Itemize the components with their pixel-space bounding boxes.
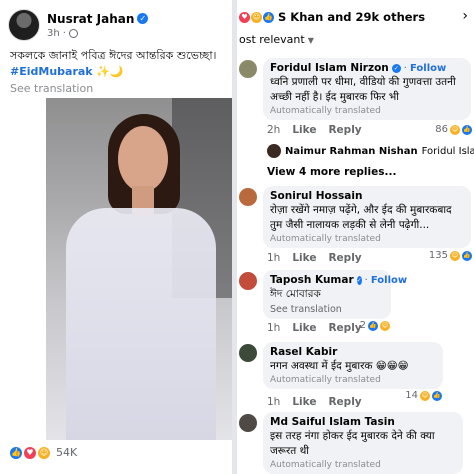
comment-bubble: Sonirul Hossain रोज़ा रखेंगे नमाज़ पढ़ें…: [263, 186, 471, 248]
see-translation-link[interactable]: See translation: [10, 82, 93, 95]
comment-time[interactable]: 1h: [267, 396, 280, 408]
comment-bubble: Taposh Kumar ✓ · Follow ঈদ মোবারক See tr…: [263, 270, 407, 319]
commenter-avatar[interactable]: [239, 344, 257, 362]
comment-actions: 1h Like Reply: [267, 252, 362, 264]
comment-time[interactable]: 2h: [267, 124, 280, 136]
sort-label: ost relevant: [239, 33, 305, 46]
comment-time[interactable]: 1h: [267, 322, 280, 334]
auto-translated-label: Automatically translated: [270, 375, 381, 385]
reply-to-name: Foridul Islam Nirzo: [421, 145, 474, 157]
comment-reaction-count: 86: [435, 124, 448, 135]
comment-actions: 2h Like Reply: [267, 124, 362, 136]
comment-reactions[interactable]: 86 ☺ 👍: [435, 124, 472, 135]
post-reactions[interactable]: 👍 ♥ ☺ 54K: [10, 446, 77, 459]
separator: ·: [62, 27, 66, 39]
like-reaction-icon: 👍: [368, 320, 378, 331]
like-reaction-icon: 👍: [462, 124, 472, 135]
comment-reactions[interactable]: 14 ☺ 👍: [405, 390, 442, 401]
reply-button[interactable]: Reply: [328, 322, 361, 334]
haha-reaction-icon: ☺: [450, 250, 460, 261]
post-panel: Nusrat Jahan ✓ 3h · সকলকে জানাই পবিত্র ঈ…: [0, 0, 232, 474]
reactors-summary[interactable]: ♥ ☺ 👍 S Khan and 29k others: [239, 10, 474, 24]
comment-actions: 1h Like Reply: [267, 322, 362, 334]
like-reaction-icon: 👍: [462, 250, 472, 261]
comment-text: रोज़ा रखेंगे नमाज़ पढ़ेंगे, और ईद की मुब…: [270, 204, 452, 231]
author-avatar[interactable]: [8, 9, 40, 41]
comments-panel: ♥ ☺ 👍 S Khan and 29k others › ost releva…: [237, 0, 474, 474]
reply-author-name[interactable]: Naimur Rahman Nishan: [285, 146, 418, 157]
haha-reaction-icon: ☺: [450, 124, 460, 135]
comment-bubble: Foridul Islam Nirzon ✓ · Follow ध्वनि प्…: [263, 58, 471, 120]
commenter-avatar[interactable]: [239, 414, 257, 432]
follow-button[interactable]: Follow: [371, 275, 407, 286]
like-button[interactable]: Like: [292, 252, 316, 264]
commenter-name[interactable]: Foridul Islam Nirzon: [270, 62, 389, 74]
reply-item: Naimur Rahman Nishan Foridul Islam Nirzo: [267, 144, 474, 158]
post-header: Nusrat Jahan ✓ 3h ·: [8, 8, 149, 42]
reply-button[interactable]: Reply: [328, 396, 361, 408]
comment-reactions[interactable]: 2 👍 ☺: [360, 320, 390, 331]
like-button[interactable]: Like: [292, 322, 316, 334]
comment-text: ध्वनि प्रणाली पर धीमा, वीडियो की गुणवत्त…: [270, 76, 456, 103]
author-name[interactable]: Nusrat Jahan: [47, 12, 134, 26]
reply-avatar[interactable]: [267, 144, 281, 158]
comment-bubble: Rasel Kabir नगन अवस्था में ईद मुबारक 😁😁😁…: [263, 342, 443, 389]
commenter-name[interactable]: Sonirul Hossain: [270, 190, 362, 202]
commenter-name[interactable]: Taposh Kumar: [270, 274, 354, 286]
verified-icon: ✓: [391, 63, 401, 73]
comment-reaction-count: 2: [359, 320, 366, 331]
love-reaction-icon: ♥: [239, 11, 250, 23]
auto-translated-label: Automatically translated: [270, 234, 381, 244]
comment-actions: 1h Like Reply: [267, 396, 362, 408]
chevron-down-icon: ▼: [307, 36, 314, 45]
comment-reactions[interactable]: 135 ☺ 👍: [429, 250, 472, 261]
comment-text: इस तरह नंगा होकर ईद मुबारक देने की क्या …: [270, 430, 435, 457]
hashtag-link[interactable]: #EidMubarak: [10, 65, 93, 78]
post-video[interactable]: [46, 98, 232, 440]
commenter-avatar[interactable]: [239, 272, 257, 290]
like-reaction-icon: 👍: [432, 390, 442, 401]
commenter-name[interactable]: Rasel Kabir: [270, 346, 337, 358]
post-text: সকলকে জানাই পবিত্র ঈদের আন্তরিক শুভেচ্ছা…: [10, 48, 226, 80]
commenter-avatar[interactable]: [239, 188, 257, 206]
love-reaction-icon: ♥: [24, 446, 36, 459]
like-reaction-icon: 👍: [263, 11, 274, 23]
haha-reaction-icon: ☺: [251, 11, 262, 23]
comment-time[interactable]: 1h: [267, 252, 280, 264]
haha-reaction-icon: ☺: [38, 446, 50, 459]
reaction-count: 54K: [56, 446, 78, 459]
haha-reaction-icon: ☺: [420, 390, 430, 401]
sort-dropdown[interactable]: ost relevant ▼: [239, 33, 314, 46]
reply-button[interactable]: Reply: [328, 252, 361, 264]
auto-translated-label: Automatically translated: [270, 106, 381, 116]
verified-icon: ✓: [137, 13, 149, 24]
auto-translated-label: Automatically translated: [270, 460, 381, 470]
verified-icon: ✓: [356, 275, 362, 285]
chevron-right-icon[interactable]: ›: [462, 8, 468, 24]
comment-text: ঈদ মোবারক: [270, 288, 321, 300]
reply-button[interactable]: Reply: [328, 124, 361, 136]
globe-icon: [68, 28, 78, 38]
comment-text: नगन अवस्था में ईद मुबारक 😁😁😁: [270, 360, 409, 372]
post-body: সকলকে জানাই পবিত্র ঈদের আন্তরিক শুভেচ্ছা…: [10, 49, 217, 62]
follow-button[interactable]: Follow: [410, 63, 446, 74]
hashtag-emoji: ✨🌙: [96, 65, 124, 78]
commenter-avatar[interactable]: [239, 60, 257, 78]
comment-reaction-count: 135: [428, 250, 448, 261]
commenter-name[interactable]: Md Saiful Islam Tasin: [270, 416, 395, 428]
like-reaction-icon: 👍: [10, 446, 22, 459]
like-button[interactable]: Like: [292, 124, 316, 136]
comment-bubble: Md Saiful Islam Tasin इस तरह नंगा होकर ई…: [263, 412, 463, 474]
view-more-replies-link[interactable]: View 4 more replies...: [267, 166, 396, 178]
comment-reaction-count: 14: [405, 390, 418, 401]
like-button[interactable]: Like: [292, 396, 316, 408]
post-time[interactable]: 3h: [47, 28, 60, 39]
reactors-text: S Khan and 29k others: [278, 10, 426, 24]
haha-reaction-icon: ☺: [380, 320, 390, 331]
see-translation-link[interactable]: See translation: [270, 304, 384, 315]
